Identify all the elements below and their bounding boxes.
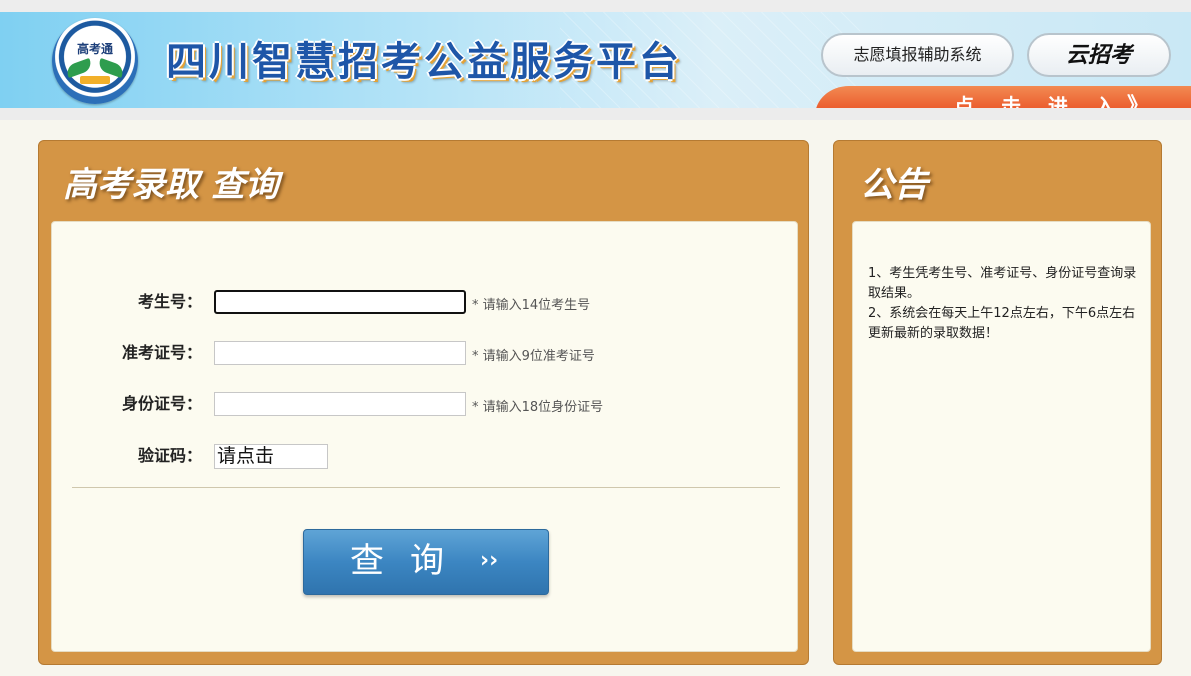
enter-label: 点 击 进 入 xyxy=(954,94,1125,108)
site-header: 高考通 四川智慧招考公益服务平台 志愿填报辅助系统 云招考 点 击 进 入 》 xyxy=(0,12,1191,108)
id-number-label: 身份证号： xyxy=(121,394,202,413)
query-button-label: 查询 xyxy=(350,541,470,581)
brand-logo-button[interactable]: 云招考 xyxy=(1027,33,1171,77)
notice-item: 2、系统会在每天上午12点左右，下午6点左右更新最新的录取数据！ xyxy=(868,306,1136,341)
form-divider xyxy=(72,487,780,488)
query-panel: 高考录取 查询 考生号： * 请输入14位考生号 准考证号： * 请输入9位准考… xyxy=(38,140,809,665)
logo-text: 高考通 xyxy=(76,42,113,56)
site-title: 四川智慧招考公益服务平台 xyxy=(166,39,682,85)
exam-number-hint: * 请输入14位考生号 xyxy=(472,298,591,313)
double-chevron-right-icon: 》 xyxy=(1126,94,1149,108)
notice-panel: 公告 1、考生凭考生号、准考证号、身份证号查询录取结果。 2、系统会在每天上午1… xyxy=(833,140,1162,665)
captcha-label: 验证码： xyxy=(137,446,202,465)
notice-item: 1、考生凭考生号、准考证号、身份证号查询录取结果。 xyxy=(868,266,1137,301)
logo-book xyxy=(80,76,110,84)
notice-body: 1、考生凭考生号、准考证号、身份证号查询录取结果。 2、系统会在每天上午12点左… xyxy=(852,221,1151,652)
admission-ticket-input[interactable] xyxy=(214,341,466,365)
query-form: 考生号： * 请输入14位考生号 准考证号： * 请输入9位准考证号 身份证号：… xyxy=(51,221,798,652)
notice-panel-title: 公告 xyxy=(860,165,928,205)
school-emblem-icon[interactable]: 高考通 xyxy=(52,18,138,104)
id-number-hint: * 请输入18位身份证号 xyxy=(472,400,604,415)
admission-ticket-hint: * 请输入9位准考证号 xyxy=(472,349,595,364)
assist-system-button[interactable]: 志愿填报辅助系统 xyxy=(821,33,1014,77)
query-panel-title: 高考录取 查询 xyxy=(63,165,279,205)
top-strip xyxy=(0,0,1191,12)
double-chevron-right-icon: ›› xyxy=(480,548,499,573)
captcha-box[interactable]: 请点击 xyxy=(214,444,328,469)
admission-ticket-label: 准考证号： xyxy=(121,343,202,362)
exam-number-label: 考生号： xyxy=(137,292,202,311)
query-button[interactable]: 查询 ›› xyxy=(303,529,549,595)
id-number-input[interactable] xyxy=(214,392,466,416)
header-separator xyxy=(0,108,1191,120)
exam-number-input[interactable] xyxy=(214,290,466,314)
notice-list: 1、考生凭考生号、准考证号、身份证号查询录取结果。 2、系统会在每天上午12点左… xyxy=(868,264,1138,344)
enter-button[interactable]: 点 击 进 入 》 xyxy=(815,86,1191,108)
